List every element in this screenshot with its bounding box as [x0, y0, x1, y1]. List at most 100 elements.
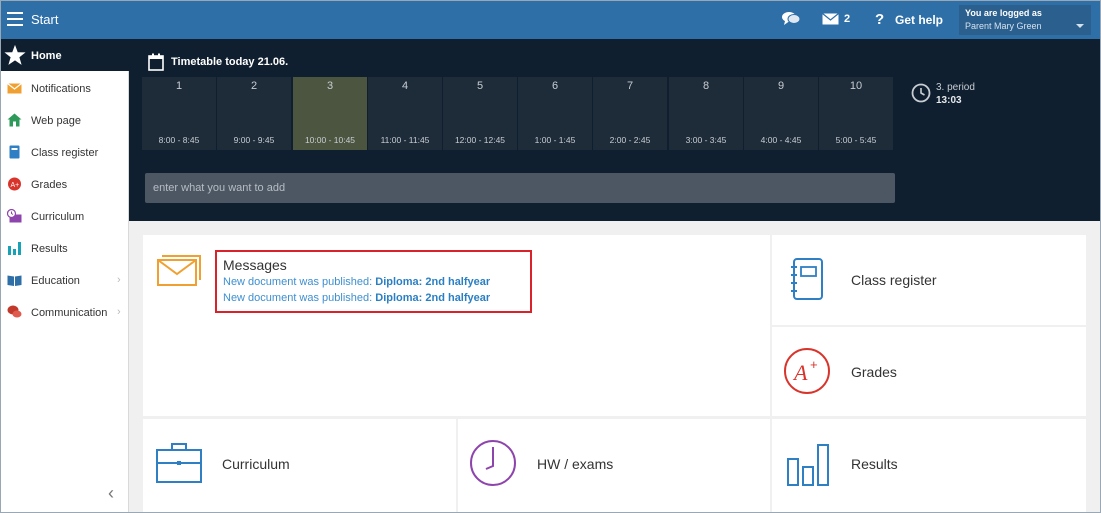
chevron-down-icon [1076, 24, 1084, 28]
period-time: 11:00 - 11:45 [380, 135, 430, 145]
sidebar-item-label: Notifications [31, 83, 91, 95]
message-link[interactable]: Diploma: 2nd halfyear [375, 276, 490, 288]
period-cell[interactable]: 2 9:00 - 9:45 [217, 77, 291, 150]
class-register-label: Class register [851, 272, 937, 288]
sidebar-item-label: Results [31, 243, 68, 255]
collapse-sidebar-icon[interactable]: ‹ [108, 483, 114, 504]
grades-tile[interactable]: A + Grades [772, 327, 1086, 416]
add-entry-input[interactable] [145, 173, 895, 203]
logged-as-label: You are logged as [965, 8, 1042, 18]
mail-icon[interactable] [822, 13, 839, 25]
envelope-icon [7, 83, 22, 94]
sidebar-item-web-page[interactable]: Web page [1, 105, 129, 135]
sidebar-item-label: Class register [31, 147, 99, 159]
clock-board-icon [7, 209, 22, 223]
book-icon [9, 145, 20, 159]
house-icon [7, 113, 22, 127]
sidebar: Home Notifications Web page Class regist… [1, 39, 129, 512]
top-bar: Start 2 ? Get help You are logged as Par… [1, 1, 1100, 39]
period-cell-active[interactable]: 3 10:00 - 10:45 [293, 77, 367, 150]
period-number: 3 [326, 80, 334, 92]
chat-icon[interactable] [781, 11, 801, 27]
period-number: 5 [476, 80, 484, 92]
sidebar-item-results[interactable]: Results [1, 233, 129, 263]
period-time: 8:00 - 8:45 [158, 135, 200, 145]
results-tile[interactable]: Results [772, 419, 1086, 512]
clock-icon [911, 83, 931, 103]
period-number: 10 [849, 80, 863, 92]
period-time: 1:00 - 1:45 [534, 135, 576, 145]
sidebar-item-notifications[interactable]: Notifications [1, 73, 129, 103]
open-book-icon [7, 275, 22, 286]
period-number: 4 [401, 80, 409, 92]
period-time: 4:00 - 4:45 [760, 135, 802, 145]
briefcase-icon [156, 443, 202, 483]
grade-badge-icon: A+ [8, 177, 21, 191]
curriculum-label: Curriculum [222, 456, 290, 472]
period-cell[interactable]: 5 12:00 - 12:45 [443, 77, 517, 150]
results-label: Results [851, 456, 898, 472]
period-time: 3:00 - 3:45 [685, 135, 727, 145]
messages-panel-highlighted[interactable]: Messages New document was published: Dip… [215, 250, 532, 313]
period-cell[interactable]: 10 5:00 - 5:45 [819, 77, 893, 150]
sidebar-item-label: Communication [31, 307, 108, 319]
chevron-right-icon: › [117, 306, 121, 318]
user-name: Parent Mary Green [965, 21, 1042, 31]
grade-badge-icon: A + [784, 348, 830, 394]
timetable-title: Timetable today 21.06. [171, 56, 289, 68]
unread-messages-count: 2 [844, 13, 851, 25]
sidebar-item-communication[interactable]: Communication › [1, 297, 129, 327]
sidebar-item-grades[interactable]: A+ Grades [1, 169, 129, 199]
period-cell[interactable]: 1 8:00 - 8:45 [142, 77, 216, 150]
message-text: New document was published: [223, 292, 376, 304]
calendar-icon [148, 53, 164, 71]
period-number: 6 [551, 80, 559, 92]
period-cell[interactable]: 8 3:00 - 3:45 [669, 77, 743, 150]
chevron-right-icon: › [117, 274, 121, 286]
sidebar-item-curriculum[interactable]: Curriculum [1, 201, 129, 231]
svg-text:+: + [810, 357, 818, 372]
sidebar-item-label: Grades [31, 179, 68, 191]
period-number: 7 [626, 80, 634, 92]
period-cell[interactable]: 9 4:00 - 4:45 [744, 77, 818, 150]
period-cell[interactable]: 7 2:00 - 2:45 [593, 77, 667, 150]
message-item[interactable]: New document was published: Diploma: 2nd… [223, 276, 490, 288]
svg-text:A+: A+ [11, 182, 20, 189]
period-cell[interactable]: 6 1:00 - 1:45 [518, 77, 592, 150]
message-item[interactable]: New document was published: Diploma: 2nd… [223, 292, 490, 304]
hw-exams-tile[interactable]: HW / exams [458, 419, 770, 512]
sidebar-item-home[interactable]: Home [1, 39, 129, 71]
sidebar-item-label: Curriculum [31, 211, 85, 223]
current-period: 3. period [936, 82, 975, 93]
class-register-tile[interactable]: Class register [772, 235, 1086, 325]
message-link[interactable]: Diploma: 2nd halfyear [375, 292, 490, 304]
period-cell[interactable]: 4 11:00 - 11:45 [368, 77, 442, 150]
sidebar-item-education[interactable]: Education › [1, 265, 129, 295]
envelope-icon [157, 255, 201, 286]
bar-chart-icon [8, 242, 21, 255]
grades-label: Grades [851, 364, 897, 380]
notebook-icon [791, 258, 823, 300]
get-help-link[interactable]: Get help [895, 13, 943, 27]
period-time: 5:00 - 5:45 [835, 135, 877, 145]
clock-icon [470, 440, 516, 486]
question-mark-icon[interactable]: ? [875, 11, 884, 28]
sidebar-item-label: Web page [31, 115, 81, 127]
period-number: 1 [175, 80, 183, 92]
app-title[interactable]: Start [31, 12, 58, 27]
svg-text:A: A [792, 360, 808, 385]
speech-bubbles-icon [7, 305, 22, 318]
user-menu-dropdown[interactable]: You are logged as Parent Mary Green [959, 5, 1091, 35]
hw-exams-label: HW / exams [537, 456, 614, 472]
period-time: 12:00 - 12:45 [454, 135, 506, 145]
bar-chart-icon [787, 444, 829, 486]
period-number: 9 [777, 80, 785, 92]
period-number: 8 [702, 80, 710, 92]
hamburger-menu-icon[interactable] [7, 12, 23, 26]
current-time: 13:03 [936, 95, 962, 106]
curriculum-tile[interactable]: Curriculum [143, 419, 456, 512]
period-time: 10:00 - 10:45 [304, 135, 356, 145]
sidebar-item-class-register[interactable]: Class register [1, 137, 129, 167]
period-number: 2 [250, 80, 258, 92]
messages-title: Messages [223, 257, 287, 273]
